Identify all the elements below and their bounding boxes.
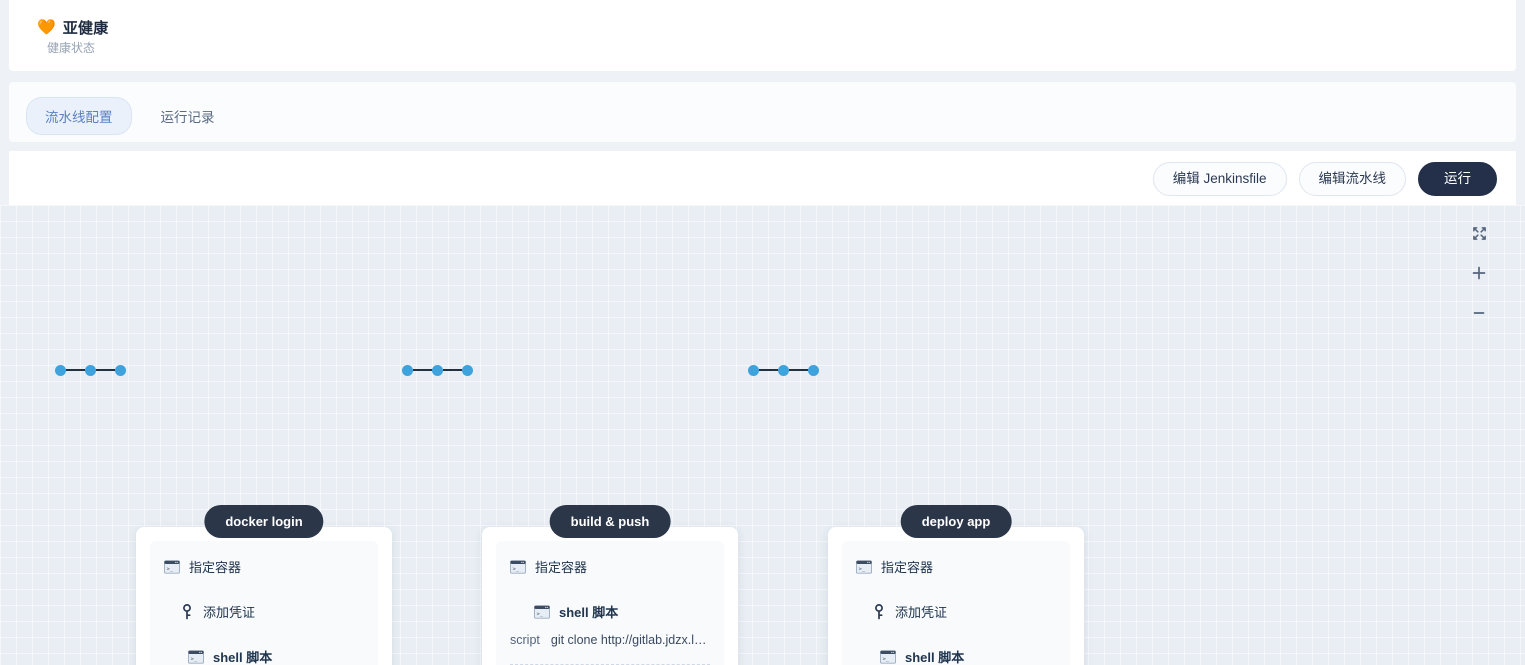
- health-status-subtitle: 健康状态: [47, 41, 96, 55]
- script-key: script: [510, 633, 540, 647]
- svg-text:>_: >_: [513, 566, 520, 572]
- terminal-icon: >_: [164, 559, 180, 574]
- connector-line: [66, 369, 85, 371]
- svg-text:>_: >_: [883, 656, 890, 662]
- step-specify-container[interactable]: >_ 指定容器: [164, 557, 364, 576]
- connector-line: [413, 369, 432, 371]
- step-label: 添加凭证: [203, 605, 256, 620]
- script-line[interactable]: script git clone http://gitlab.jdzx.lo…: [510, 633, 710, 647]
- step-label: 指定容器: [535, 560, 588, 575]
- connector-dot: [402, 364, 413, 376]
- stage-card-body: >_ 指定容器 >_ shell 脚本 script git clone htt…: [496, 541, 724, 665]
- svg-text:>_: >_: [859, 566, 866, 572]
- heart-icon: 🧡: [37, 19, 56, 36]
- stage-name-pill[interactable]: build & push: [549, 505, 671, 538]
- step-specify-container[interactable]: >_ 指定容器: [510, 557, 710, 576]
- connector-dot: [778, 364, 789, 376]
- tab-run-records[interactable]: 运行记录: [142, 97, 234, 135]
- connector-dot: [432, 364, 443, 376]
- pipeline-canvas[interactable]: docker login >_ 指定容器 添加凭证 >_ shell 脚本 bu…: [0, 205, 1525, 665]
- connector-stage1-stage2: [402, 364, 473, 376]
- stage-card[interactable]: >_ 指定容器 添加凭证 >_ shell 脚本: [136, 527, 392, 665]
- connector-line: [96, 369, 115, 371]
- step-label: shell 脚本: [905, 650, 965, 665]
- connector-dot: [115, 364, 126, 376]
- stage-card[interactable]: >_ 指定容器 添加凭证 >_ shell 脚本: [828, 527, 1084, 665]
- tab-bar: 流水线配置 运行记录: [9, 82, 1516, 142]
- connector-dot: [808, 364, 819, 376]
- script-value: git clone http://gitlab.jdzx.lo…: [550, 633, 710, 647]
- connector-line: [789, 369, 808, 371]
- terminal-icon: >_: [510, 559, 526, 574]
- health-status-header: 🧡 亚健康: [37, 17, 109, 38]
- connector-line: [443, 369, 462, 371]
- step-label: 指定容器: [189, 560, 242, 575]
- tab-list: 流水线配置 运行记录: [26, 97, 234, 135]
- connector-dot: [85, 364, 96, 376]
- key-icon: [183, 603, 191, 619]
- connector-dot: [748, 364, 759, 376]
- run-button[interactable]: 运行: [1418, 162, 1497, 197]
- connector-dot: [462, 364, 473, 376]
- edit-jenkinsfile-button[interactable]: 编辑 Jenkinsfile: [1152, 162, 1287, 197]
- stage-card-body: >_ 指定容器 添加凭证 >_ shell 脚本: [842, 541, 1070, 665]
- action-bar: 编辑 Jenkinsfile 编辑流水线 运行: [9, 151, 1516, 205]
- action-button-group: 编辑 Jenkinsfile 编辑流水线 运行: [1152, 162, 1497, 197]
- svg-text:>_: >_: [167, 566, 174, 572]
- stage-card-body: >_ 指定容器 添加凭证 >_ shell 脚本: [150, 541, 378, 665]
- connector-start: [55, 364, 126, 376]
- step-label: shell 脚本: [213, 650, 273, 665]
- terminal-icon: >_: [880, 649, 896, 664]
- step-add-credential[interactable]: 添加凭证: [180, 602, 364, 621]
- step-shell-script[interactable]: >_ shell 脚本: [188, 647, 364, 665]
- page-header: 🧡 亚健康 健康状态: [9, 0, 1516, 71]
- step-add-credential[interactable]: 添加凭证: [872, 602, 1056, 621]
- page-title: 亚健康: [62, 20, 109, 37]
- step-label: 添加凭证: [895, 605, 948, 620]
- stage-name-pill[interactable]: docker login: [204, 505, 324, 538]
- terminal-icon: >_: [534, 604, 550, 619]
- tab-pipeline-config[interactable]: 流水线配置: [26, 97, 132, 135]
- step-shell-script[interactable]: >_ shell 脚本: [534, 602, 710, 621]
- svg-text:>_: >_: [537, 611, 544, 617]
- stage-card[interactable]: >_ 指定容器 >_ shell 脚本 script git clone htt…: [482, 527, 738, 665]
- step-specify-container[interactable]: >_ 指定容器: [856, 557, 1056, 576]
- svg-text:>_: >_: [191, 656, 198, 662]
- pipeline-graph: docker login >_ 指定容器 添加凭证 >_ shell 脚本 bu…: [0, 205, 1525, 665]
- connector-dot: [55, 364, 66, 376]
- step-shell-script[interactable]: >_ shell 脚本: [880, 647, 1056, 665]
- key-icon: [875, 603, 883, 619]
- terminal-icon: >_: [856, 559, 872, 574]
- terminal-icon: >_: [188, 649, 204, 664]
- connector-line: [759, 369, 778, 371]
- edit-pipeline-button[interactable]: 编辑流水线: [1298, 162, 1406, 197]
- step-label: 指定容器: [881, 560, 934, 575]
- step-label: shell 脚本: [559, 605, 619, 620]
- stage-name-pill[interactable]: deploy app: [900, 505, 1012, 538]
- connector-stage2-stage3: [748, 364, 819, 376]
